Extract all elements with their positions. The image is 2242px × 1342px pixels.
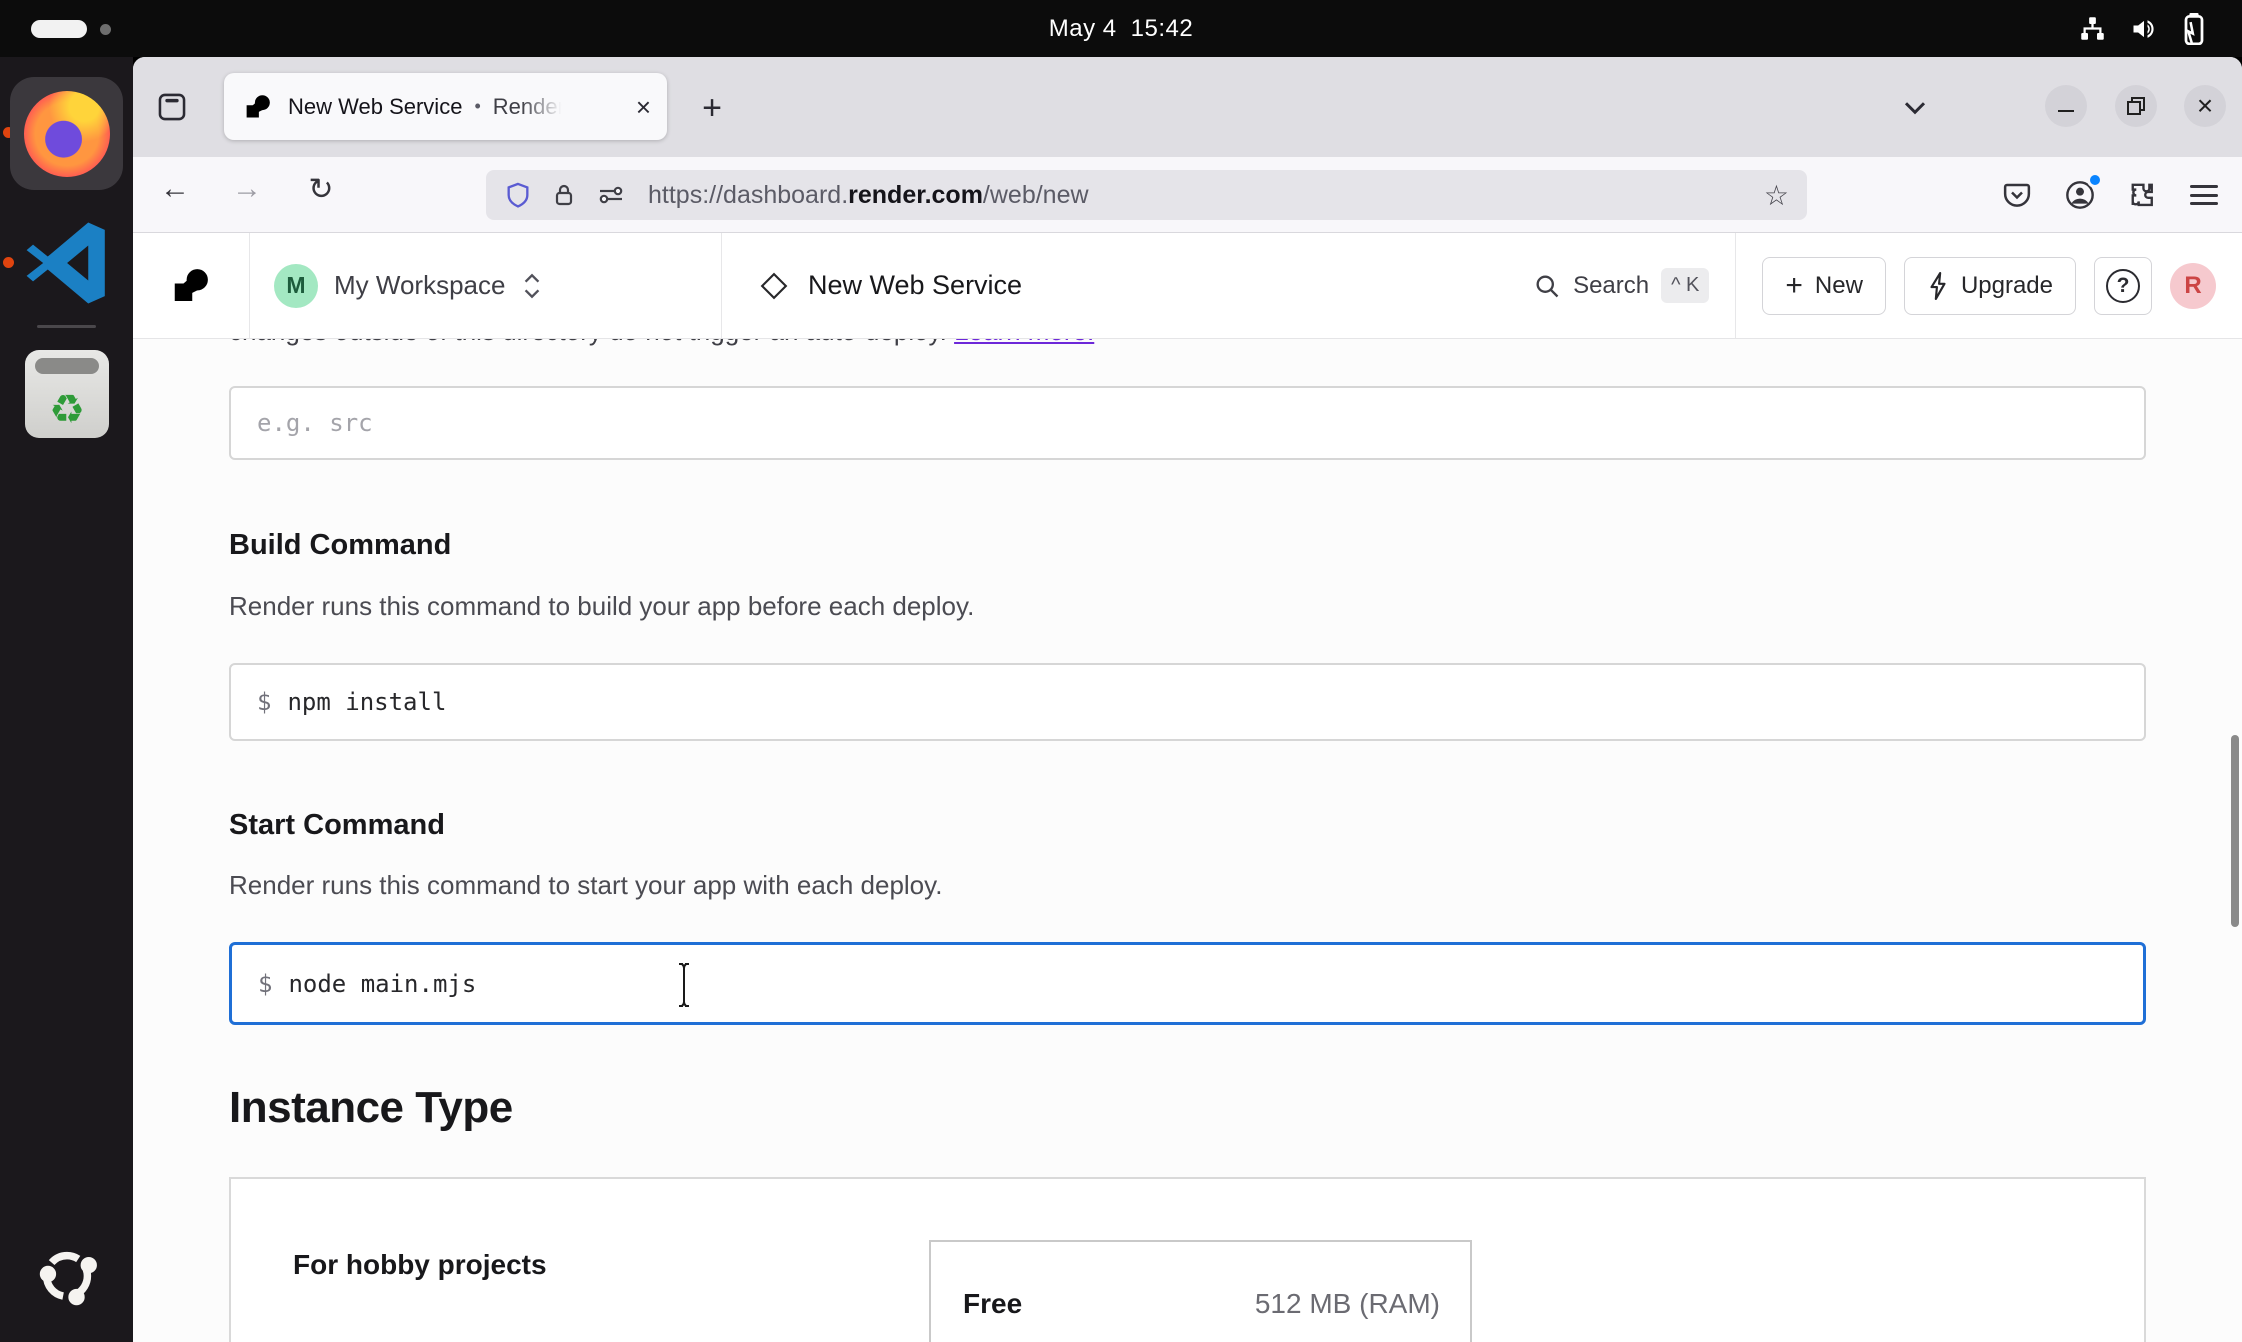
workspace-switcher[interactable]: M My Workspace <box>250 233 722 338</box>
upgrade-button[interactable]: Upgrade <box>1904 257 2076 315</box>
tab-title: New Web Service • Render <box>288 94 565 120</box>
page-title-group: New Web Service <box>722 233 1533 338</box>
reload-button[interactable]: ↻ <box>299 172 343 207</box>
build-command-input[interactable]: $ npm install <box>229 663 2146 741</box>
ubuntu-logo-icon <box>33 1242 101 1310</box>
help-button[interactable]: ? <box>2094 257 2152 315</box>
menu-hamburger-icon[interactable] <box>2190 185 2218 205</box>
pocket-icon[interactable] <box>2002 180 2032 210</box>
render-header: M My Workspace New Web Service Search ^ … <box>133 233 2242 339</box>
learn-more-link[interactable]: Learn more. <box>954 339 1094 346</box>
bookmark-star-icon[interactable]: ☆ <box>1764 179 1789 212</box>
recycle-bin-icon: ♻ <box>49 390 85 430</box>
vscode-running-dot <box>3 257 14 268</box>
search-label: Search <box>1573 272 1649 300</box>
shell-prompt: $ <box>258 970 272 998</box>
diamond-icon <box>760 272 788 300</box>
account-icon[interactable] <box>2064 179 2096 211</box>
extensions-puzzle-icon[interactable] <box>2128 180 2158 210</box>
back-button[interactable]: ← <box>153 172 197 206</box>
firefox-window: New Web Service • Render × + × ← → ↻ <box>133 57 2242 1342</box>
volume-icon[interactable] <box>2130 15 2158 43</box>
shell-prompt: $ <box>257 688 271 716</box>
workspace-name: My Workspace <box>334 270 505 301</box>
workspace-indicator-dot <box>100 24 111 35</box>
system-top-bar: May 4 15:42 <box>0 0 2242 57</box>
tab-new-web-service[interactable]: New Web Service • Render × <box>224 73 667 140</box>
dock-item-firefox[interactable] <box>10 77 123 190</box>
free-plan-ram: 512 MB (RAM) <box>1255 1288 1440 1320</box>
url-bar[interactable]: https://dashboard.render.com/web/new ☆ <box>486 170 1807 220</box>
battery-icon[interactable] <box>2182 13 2206 45</box>
list-tabs-chevron-icon[interactable] <box>1897 89 1933 125</box>
lock-icon[interactable] <box>552 181 576 209</box>
show-apps-button[interactable] <box>33 1242 101 1310</box>
chevron-up-down-icon <box>521 271 543 301</box>
render-logo[interactable] <box>133 233 250 338</box>
text-cursor <box>675 961 693 1009</box>
minimize-button[interactable] <box>2045 85 2087 127</box>
dock: ♻ <box>0 57 133 1342</box>
page-title: New Web Service <box>808 270 1022 301</box>
build-command-description: Render runs this command to build your a… <box>229 591 974 622</box>
vscode-icon <box>22 217 114 309</box>
network-icon[interactable] <box>2079 15 2106 42</box>
help-icon: ? <box>2106 269 2140 303</box>
clock-time: 15:42 <box>1131 15 1194 43</box>
firefox-view-button[interactable] <box>150 86 194 128</box>
start-command-title: Start Command <box>229 809 445 842</box>
search-control[interactable]: Search ^ K <box>1533 233 1709 338</box>
user-avatar[interactable]: R <box>2170 263 2216 309</box>
start-command-input[interactable]: $ node main.mjs <box>229 942 2146 1025</box>
start-command-value: node main.mjs <box>288 970 476 998</box>
account-notification-dot <box>2087 172 2103 188</box>
tab-close-icon[interactable]: × <box>636 94 651 120</box>
search-icon <box>1533 272 1561 300</box>
url-text: https://dashboard.render.com/web/new <box>648 181 1089 210</box>
dock-item-trash[interactable]: ♻ <box>25 350 109 438</box>
free-instance-card[interactable]: Free 512 MB (RAM) <box>929 1240 1472 1342</box>
navigation-toolbar: ← → ↻ https://dashboard.render <box>133 157 2242 233</box>
forward-button[interactable]: → <box>225 172 269 206</box>
clock-date: May 4 <box>1049 15 1117 43</box>
build-command-title: Build Command <box>229 529 451 562</box>
workspace-avatar: M <box>274 264 318 308</box>
new-tab-button[interactable]: + <box>691 87 733 129</box>
dock-divider <box>37 325 96 328</box>
firefox-icon <box>24 91 110 177</box>
root-directory-placeholder: e.g. src <box>257 409 373 437</box>
page-content: changes outside of this directory do not… <box>133 339 2242 1342</box>
tab-bar: New Web Service • Render × + × <box>133 57 2242 157</box>
instance-type-title: Instance Type <box>229 1083 513 1133</box>
new-button[interactable]: + New <box>1762 257 1886 315</box>
hobby-projects-label: For hobby projects <box>293 1249 547 1281</box>
system-clock[interactable]: May 4 15:42 <box>1049 15 1193 43</box>
search-shortcut-badge: ^ K <box>1661 268 1709 303</box>
clipped-description-line: changes outside of this directory do not… <box>229 339 1829 348</box>
trash-lid <box>35 358 99 374</box>
build-command-value: npm install <box>287 688 446 716</box>
tracking-shield-icon[interactable] <box>504 180 532 210</box>
header-actions: + New Upgrade ? R <box>1735 233 2242 338</box>
render-favicon <box>244 93 272 121</box>
start-command-description: Render runs this command to start your a… <box>229 870 942 901</box>
root-directory-input[interactable]: e.g. src <box>229 386 2146 460</box>
plus-icon: + <box>1785 269 1803 303</box>
free-plan-name: Free <box>963 1288 1022 1320</box>
close-window-button[interactable]: × <box>2184 85 2226 127</box>
bolt-icon <box>1927 272 1949 300</box>
restore-button[interactable] <box>2115 85 2157 127</box>
workspace-indicator-pill <box>31 20 87 38</box>
dock-item-vscode[interactable] <box>22 217 114 309</box>
scrollbar-thumb[interactable] <box>2231 735 2239 927</box>
permissions-icon[interactable] <box>596 183 626 207</box>
